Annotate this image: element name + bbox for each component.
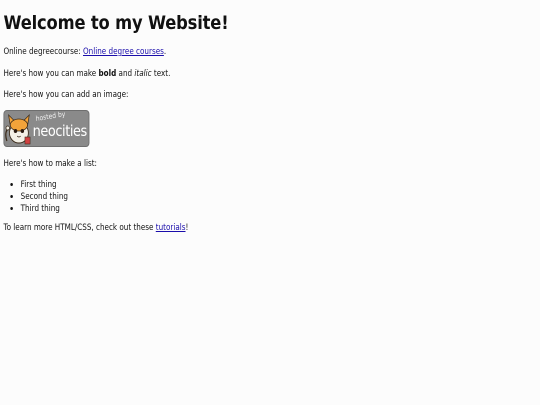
list-item: First thing	[21, 180, 537, 190]
image-paragraph: Here's how you can add an image:	[3, 89, 129, 100]
tutorials-paragraph: To learn more HTML/CSS, check out these …	[3, 223, 536, 233]
formatting-suffix: text.	[151, 67, 171, 78]
degree-suffix: .	[163, 45, 167, 56]
bullet-list: First thing Second thing Third thing	[3, 180, 536, 213]
formatting-paragraph: Here's how you can make bold and italic …	[3, 67, 536, 79]
list-item: Second thing	[21, 191, 537, 202]
list-intro: Here's how to make a list:	[3, 157, 97, 168]
bold-text: bold	[98, 67, 117, 78]
degree-prefix: Online degreecourse:	[3, 45, 84, 56]
page-content: Welcome to my Website! Online degreecour…	[0, 0, 540, 233]
italic-text: italic	[134, 67, 152, 78]
tutorials-suffix: !	[185, 222, 189, 233]
tutorials-link[interactable]: tutorials	[156, 222, 186, 233]
neocities-badge[interactable]: hosted by neocities	[3, 109, 90, 147]
badge-container: hosted by neocities	[3, 109, 536, 147]
badge-big-text: neocities	[32, 121, 88, 140]
formatting-prefix: Here's how you can make	[3, 67, 99, 78]
online-degree-courses-link[interactable]: Online degree courses	[83, 46, 164, 56]
degree-paragraph: Online degreecourse: Online degree cours…	[3, 45, 536, 57]
tutorials-prefix: To learn more HTML/CSS, check out these	[3, 222, 156, 233]
page-title: Welcome to my Website!	[3, 12, 229, 34]
formatting-middle: and	[116, 67, 135, 78]
list-item: Third thing	[21, 203, 537, 214]
